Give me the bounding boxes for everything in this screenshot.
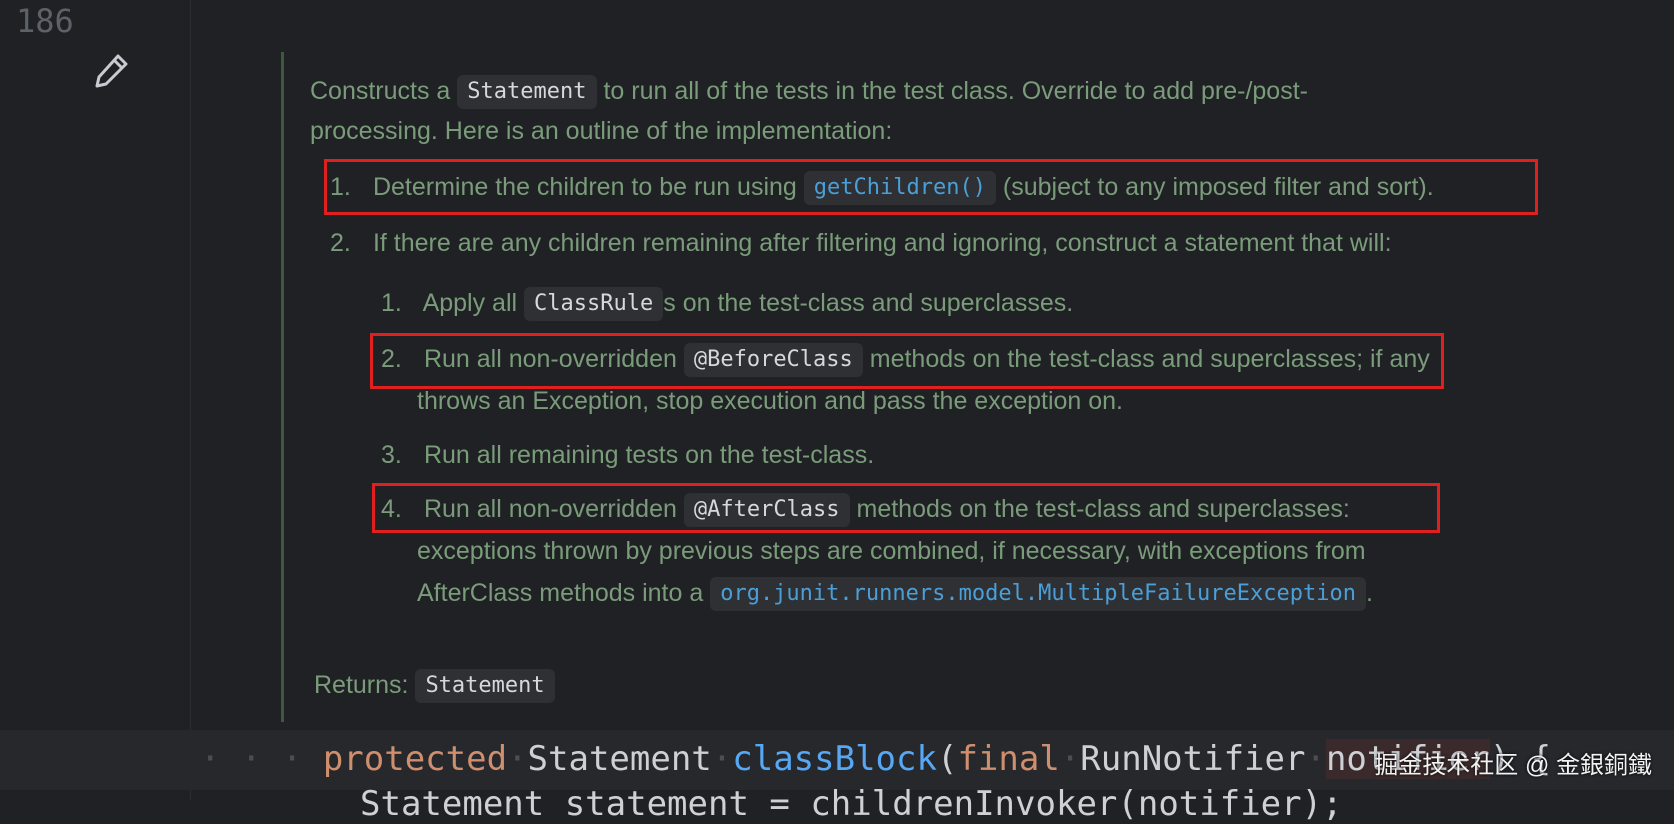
sublist-item-4-continued: exceptions thrown by previous steps are …: [417, 537, 1366, 565]
doc-text: to run all of the tests in the test clas…: [603, 77, 1308, 105]
paren-open: (: [936, 739, 958, 779]
code-line-next: Statement statement = childrenInvoker(no…: [360, 784, 1343, 824]
returns-line: Returns: Statement: [314, 666, 555, 704]
whitespace-dot: ·: [711, 739, 733, 779]
code-returns-statement: Statement: [415, 669, 555, 704]
list-number: 3.: [381, 441, 402, 469]
returns-label: Returns:: [314, 671, 409, 699]
doc-text: s on the test-class and superclasses.: [663, 289, 1074, 317]
code-classrule: ClassRule: [524, 287, 664, 322]
sublist-item-1: 1. Apply all ClassRule s on the test-clas…: [381, 284, 1073, 322]
line-number: 186: [16, 2, 74, 40]
list-item-2: 2. If there are any children remaining a…: [330, 224, 1392, 262]
keyword-protected: protected: [322, 739, 508, 779]
sublist-item-3: 3. Run all remaining tests on the test-c…: [381, 436, 874, 474]
code-line-212[interactable]: · · · protected·Statement·classBlock(fin…: [200, 739, 1551, 779]
editor-gutter: 186 212: [0, 0, 191, 800]
doc-text: If there are any children remaining afte…: [372, 229, 1392, 257]
doc-text: Constructs a: [310, 77, 451, 105]
list-number: 1.: [381, 289, 402, 317]
type-runnotifier: RunNotifier: [1080, 739, 1306, 779]
doc-text: Run all remaining tests on the test-clas…: [423, 441, 875, 469]
keyword-final: final: [957, 739, 1060, 779]
whitespace-dot: ·: [507, 739, 528, 779]
method-name: classBlock: [732, 739, 937, 779]
watermark: 掘金技术社区 @ 金銀銅鐵: [1374, 752, 1652, 779]
doc-intro-line-2: processing. Here is an outline of the im…: [310, 117, 893, 145]
whitespace-dots: · · ·: [200, 739, 323, 779]
highlight-box-2: [370, 333, 1444, 389]
pencil-icon[interactable]: [92, 50, 132, 90]
doc-text: Apply all: [422, 289, 518, 317]
highlight-box-1: [324, 159, 1538, 215]
doc-text: .: [1365, 579, 1373, 607]
doc-text: AfterClass methods into a: [417, 579, 704, 607]
type-statement: Statement: [527, 739, 712, 779]
list-number: 2.: [330, 229, 351, 257]
multiplefailureexception-link[interactable]: org.junit.runners.model.MultipleFailureE…: [710, 577, 1366, 612]
highlight-box-3: [372, 483, 1440, 533]
doc-intro-line-1: Constructs a Statement to run all of the…: [310, 72, 1308, 110]
sublist-item-4-continued-2: AfterClass methods into a org.junit.runn…: [417, 574, 1373, 612]
whitespace-dot: ·: [1305, 739, 1326, 779]
code-statement: Statement: [457, 75, 597, 110]
whitespace-dot: ·: [1059, 739, 1081, 779]
